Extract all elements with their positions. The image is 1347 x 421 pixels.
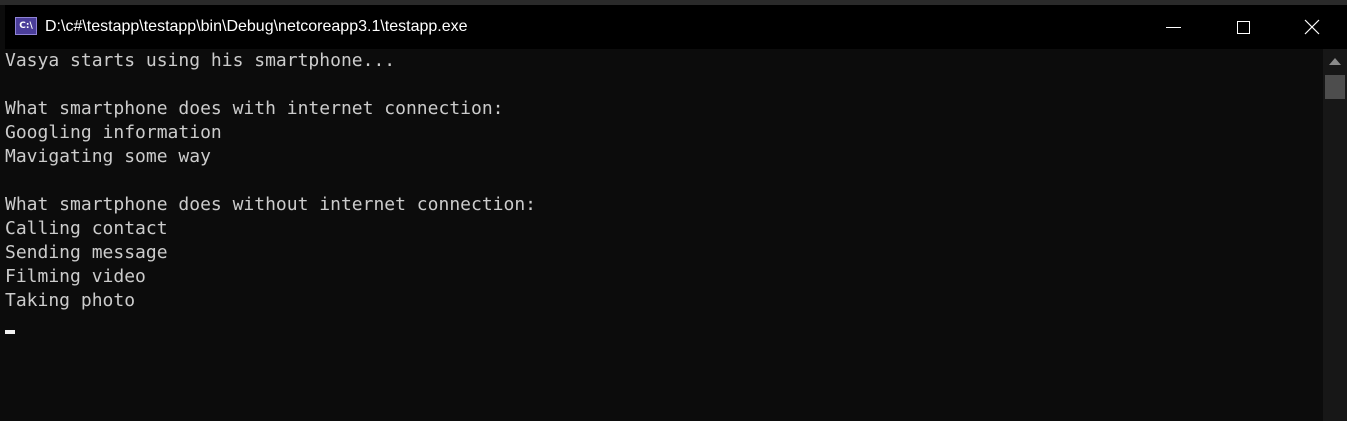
title-bar[interactable]: C:\ D:\c#\testapp\testapp\bin\Debug\netc… — [5, 5, 1347, 49]
console-line: What smartphone does without internet co… — [5, 194, 537, 215]
console-line: What smartphone does with internet conne… — [5, 98, 504, 119]
minimize-icon — [1165, 26, 1181, 28]
minimize-button[interactable] — [1138, 5, 1208, 49]
scroll-thumb[interactable] — [1325, 75, 1345, 99]
console-line: Calling contact — [5, 218, 168, 239]
close-button[interactable] — [1277, 5, 1347, 49]
console-app-icon[interactable]: C:\ — [15, 17, 37, 35]
console-line: Filming video — [5, 266, 146, 287]
console-line: Mavigating some way — [5, 146, 211, 167]
console-line: Vasya starts using his smartphone... — [5, 50, 396, 71]
scroll-up-button[interactable] — [1323, 49, 1347, 73]
console-line: Googling information — [5, 122, 222, 143]
maximize-button[interactable] — [1208, 5, 1278, 49]
arrow-up-icon — [1329, 57, 1341, 65]
window-title: D:\c#\testapp\testapp\bin\Debug\netcorea… — [45, 18, 468, 35]
close-icon — [1304, 19, 1320, 35]
console-window: C:\ D:\c#\testapp\testapp\bin\Debug\netc… — [0, 0, 1347, 421]
console-output[interactable]: Vasya starts using his smartphone... Wha… — [5, 49, 1323, 421]
text-cursor — [5, 330, 15, 334]
console-line: Taking photo — [5, 290, 136, 311]
maximize-icon — [1236, 20, 1250, 34]
vertical-scrollbar[interactable] — [1323, 49, 1347, 421]
console-line: Sending message — [5, 242, 168, 263]
